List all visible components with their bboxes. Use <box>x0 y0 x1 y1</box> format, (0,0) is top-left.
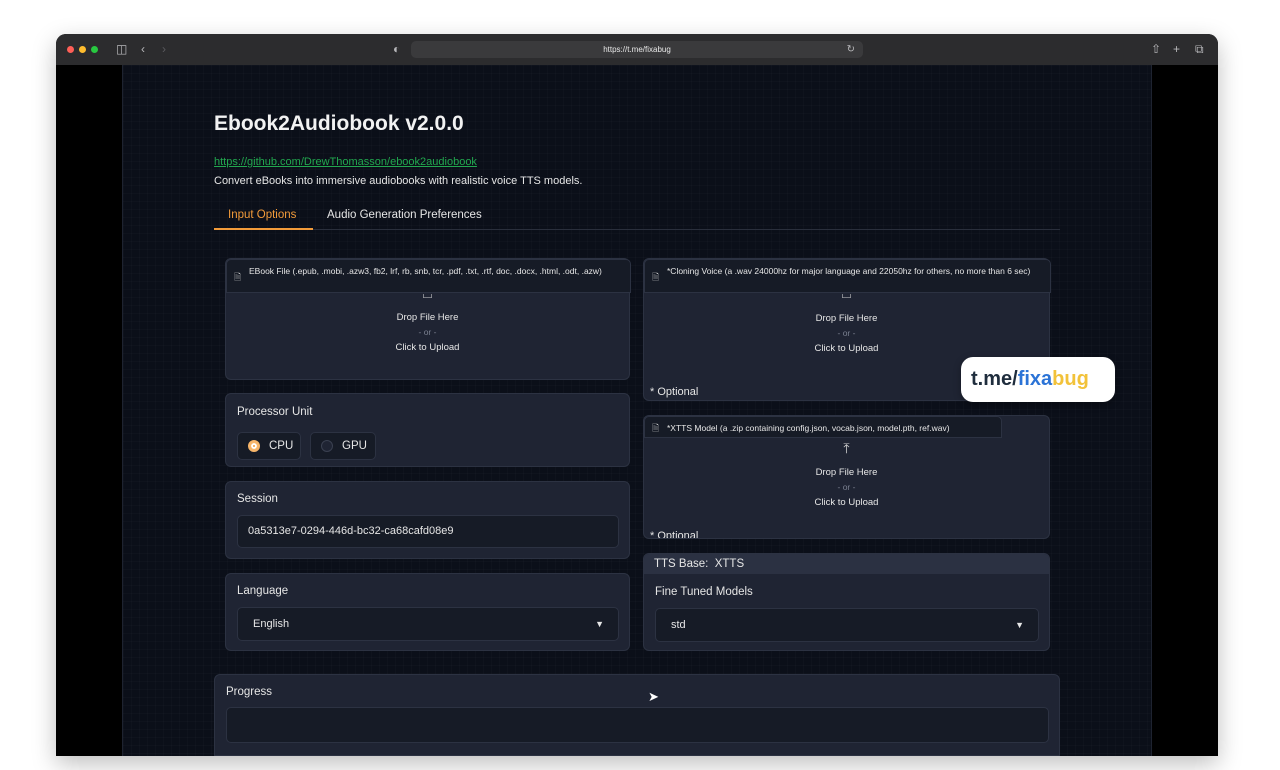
ebook-upload-label: EBook File (.epub, .mobi, .azw3, fb2, lr… <box>249 266 602 276</box>
page-viewport: Ebook2Audiobook v2.0.0 https://github.co… <box>56 65 1218 756</box>
upload-icon: □ <box>420 294 436 300</box>
radio-gpu-label: GPU <box>342 440 367 452</box>
click-to-upload-text: Click to Upload <box>395 342 460 353</box>
gradio-app: Ebook2Audiobook v2.0.0 https://github.co… <box>122 65 1152 756</box>
new-tab-icon[interactable]: + <box>1173 42 1180 56</box>
fine-tuned-models-dropdown[interactable]: std ▼ <box>655 608 1039 642</box>
watermark-part1: t.me/ <box>971 368 1018 390</box>
file-icon: 🗎 <box>234 272 242 282</box>
close-window-button[interactable] <box>67 46 74 53</box>
tts-base-header: TTS Base: XTTS <box>644 554 1049 574</box>
voice-upload-label: *Cloning Voice (a .wav 24000hz for major… <box>667 266 1031 276</box>
ebook-upload-header: 🗎 EBook File (.epub, .mobi, .azw3, fb2, … <box>226 259 631 293</box>
voice-drop-zone[interactable]: Drop File Here - or - Click to Upload <box>644 311 1049 356</box>
watermark-part2: fixa <box>1017 368 1053 390</box>
chevron-down-icon: ▼ <box>595 619 604 629</box>
active-tab-indicator <box>214 228 313 230</box>
app-description: Convert eBooks into immersive audiobooks… <box>214 175 583 187</box>
processor-unit-panel: Processor Unit CPU GPU <box>225 393 630 467</box>
drop-file-text: Drop File Here <box>396 312 459 323</box>
github-link[interactable]: https://github.com/DrewThomasson/ebook2a… <box>214 156 477 168</box>
tts-base-label: TTS Base: <box>654 558 709 570</box>
address-bar[interactable]: https://t.me/fixabug ↻ <box>411 41 863 58</box>
radio-cpu-label: CPU <box>269 440 294 452</box>
progress-label: Progress <box>226 686 273 698</box>
file-icon: 🗎 <box>652 272 660 282</box>
click-to-upload-text: Click to Upload <box>814 497 879 508</box>
or-text: - or - <box>837 328 856 338</box>
ebook-upload-panel[interactable]: 🗎 EBook File (.epub, .mobi, .azw3, fb2, … <box>225 258 631 380</box>
ebook-drop-zone[interactable]: Drop File Here - or - Click to Upload <box>226 310 629 355</box>
xtts-upload-label: *XTTS Model (a .zip containing config.js… <box>667 423 950 433</box>
xtts-upload-header: 🗎 *XTTS Model (a .zip containing config.… <box>644 416 1002 438</box>
language-value: English <box>253 618 290 630</box>
progress-panel: Progress <box>214 674 1060 756</box>
watermark-part3: bug <box>1052 368 1089 390</box>
drop-file-text: Drop File Here <box>815 467 878 478</box>
language-label: Language <box>237 585 289 597</box>
radio-selected-indicator <box>248 440 260 452</box>
session-label: Session <box>237 493 278 505</box>
progress-output[interactable] <box>226 707 1049 743</box>
voice-upload-header: 🗎 *Cloning Voice (a .wav 24000hz for maj… <box>644 259 1051 293</box>
or-text: - or - <box>418 327 437 337</box>
language-dropdown[interactable]: English ▼ <box>237 607 619 641</box>
privacy-shield-icon[interactable]: ◐ <box>393 42 400 56</box>
tab-audio-generation-preferences[interactable]: Audio Generation Preferences <box>327 209 482 221</box>
browser-titlebar: ◫ ‹ › ◐ https://t.me/fixabug ↻ ⇧ + ⧉ <box>56 34 1218 65</box>
voice-optional-note: * Optional <box>650 386 699 398</box>
watermark-badge: t.me/fixabug <box>961 357 1115 402</box>
chevron-down-icon: ▼ <box>1015 620 1024 630</box>
minimize-window-button[interactable] <box>79 46 86 53</box>
tab-input-options[interactable]: Input Options <box>228 209 296 221</box>
sidebar-toggle-icon[interactable]: ◫ <box>116 42 127 56</box>
zoom-window-button[interactable] <box>91 46 98 53</box>
language-panel: Language English ▼ <box>225 573 630 651</box>
xtts-drop-zone[interactable]: Drop File Here - or - Click to Upload <box>644 465 1049 510</box>
page-title: Ebook2Audiobook v2.0.0 <box>214 112 464 135</box>
back-icon[interactable]: ‹ <box>141 42 145 56</box>
share-icon[interactable]: ⇧ <box>1151 42 1161 56</box>
click-to-upload-text: Click to Upload <box>814 343 879 354</box>
or-text: - or - <box>837 482 856 492</box>
tts-base-value: XTTS <box>714 558 745 570</box>
file-icon: 🗎 <box>652 423 660 433</box>
tab-overview-icon[interactable]: ⧉ <box>1195 42 1204 56</box>
radio-unselected-indicator <box>321 440 333 452</box>
session-input[interactable]: 0a5313e7-0294-446d-bc32-ca68cafd08e9 <box>237 515 619 548</box>
radio-gpu[interactable]: GPU <box>310 432 376 460</box>
url-text: https://t.me/fixabug <box>603 45 671 54</box>
drop-file-text: Drop File Here <box>815 313 878 324</box>
upload-icon: ⤒ <box>843 440 850 456</box>
fine-tuned-models-value: std <box>671 619 686 631</box>
fine-tuned-models-label: Fine Tuned Models <box>655 586 753 598</box>
xtts-optional-note: * Optional <box>650 530 699 539</box>
upload-icon: □ <box>839 294 855 300</box>
mouse-cursor-icon: ➤ <box>648 689 659 704</box>
xtts-upload-panel[interactable]: 🗎 *XTTS Model (a .zip containing config.… <box>643 415 1050 539</box>
session-panel: Session 0a5313e7-0294-446d-bc32-ca68cafd… <box>225 481 630 559</box>
reload-icon[interactable]: ↻ <box>847 41 855 58</box>
tab-bar: Input Options Audio Generation Preferenc… <box>214 203 1060 230</box>
tts-model-panel: TTS Base: XTTS Fine Tuned Models std ▼ <box>643 553 1050 651</box>
radio-cpu[interactable]: CPU <box>237 432 301 460</box>
processor-unit-label: Processor Unit <box>237 406 313 418</box>
forward-icon[interactable]: › <box>162 42 166 56</box>
